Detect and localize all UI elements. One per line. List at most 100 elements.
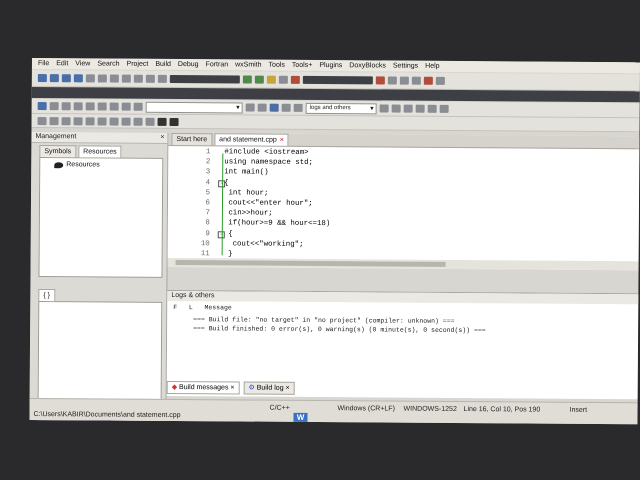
tab-resources[interactable]: Resources bbox=[78, 145, 122, 158]
build-run-icon[interactable] bbox=[266, 75, 276, 84]
arrow-left-icon[interactable] bbox=[245, 103, 255, 112]
management-subtabs: { } bbox=[30, 287, 166, 302]
menu-help[interactable]: Help bbox=[425, 63, 439, 70]
debug-windows-icon[interactable] bbox=[435, 76, 445, 85]
tab-braces[interactable]: { } bbox=[38, 289, 56, 302]
close-tab-icon[interactable]: × bbox=[230, 384, 234, 391]
comment-icon[interactable] bbox=[61, 102, 71, 111]
undo-icon[interactable] bbox=[85, 74, 95, 83]
image-icon[interactable] bbox=[61, 116, 71, 125]
bookmark-icon[interactable] bbox=[37, 102, 47, 111]
next-icon[interactable] bbox=[133, 102, 143, 111]
toggle-comment-icon[interactable] bbox=[85, 102, 95, 111]
menu-view[interactable]: View bbox=[75, 60, 90, 67]
close-tab-icon[interactable]: × bbox=[286, 385, 290, 392]
flag-icon[interactable] bbox=[403, 104, 413, 113]
target-combo[interactable] bbox=[169, 74, 240, 84]
flag-prev-icon[interactable] bbox=[427, 104, 437, 113]
tools-toolbar bbox=[31, 113, 640, 133]
status-position: Line 16, Col 10, Pos 190 bbox=[463, 406, 541, 414]
grid-icon[interactable] bbox=[85, 116, 95, 125]
text-icon[interactable] bbox=[73, 116, 83, 125]
management-tabs: Symbols Resources bbox=[31, 143, 167, 158]
find-icon[interactable] bbox=[145, 74, 155, 83]
tree-item-resources[interactable]: Resources bbox=[40, 158, 162, 169]
prev-icon[interactable] bbox=[121, 102, 131, 111]
bookmark-next-icon[interactable] bbox=[281, 103, 291, 112]
debug-pause-icon[interactable] bbox=[411, 76, 421, 85]
status-encoding: WINDOWS-1252 bbox=[403, 405, 457, 413]
copy-icon[interactable] bbox=[121, 74, 131, 83]
menu-wxsmith[interactable]: wxSmith bbox=[235, 61, 262, 68]
rect3-icon[interactable] bbox=[109, 117, 119, 126]
menu-tools[interactable]: Tools bbox=[269, 62, 285, 69]
menu-doxyblocks[interactable]: DoxyBlocks bbox=[349, 62, 386, 69]
zoom-out-icon[interactable] bbox=[145, 117, 155, 126]
rebuild-icon[interactable] bbox=[278, 75, 288, 84]
menu-edit[interactable]: Edit bbox=[56, 60, 68, 67]
menu-project[interactable]: Project bbox=[127, 61, 149, 68]
debug-run-icon[interactable] bbox=[375, 76, 385, 85]
paste-icon[interactable] bbox=[133, 74, 143, 83]
uncomment-icon[interactable] bbox=[73, 102, 83, 111]
stream-comment-icon[interactable] bbox=[97, 102, 107, 111]
save-all-icon[interactable] bbox=[73, 74, 83, 83]
build-messages-icon: ◆ bbox=[171, 383, 178, 392]
tab-and-statement[interactable]: and statement.cpp × bbox=[214, 133, 289, 146]
menu-settings[interactable]: Settings bbox=[393, 63, 418, 70]
log-next-icon[interactable] bbox=[391, 104, 401, 113]
gear-icon: ⚙ bbox=[248, 384, 255, 392]
code-lines: #include <iostream> using namespace std;… bbox=[224, 147, 640, 272]
management-panel: Management × Symbols Resources Resources… bbox=[29, 131, 169, 422]
rect2-icon[interactable] bbox=[97, 116, 107, 126]
word-icon[interactable]: W bbox=[293, 412, 308, 423]
scope-combo[interactable] bbox=[145, 101, 243, 113]
menu-tools-plus[interactable]: Tools+ bbox=[292, 62, 312, 69]
log-message: === Build finished: 0 error(s), 0 warnin… bbox=[193, 325, 486, 335]
redo-icon[interactable] bbox=[97, 74, 107, 83]
tab-build-messages[interactable]: ◆ Build messages × bbox=[166, 380, 240, 395]
menu-debug[interactable]: Debug bbox=[178, 61, 199, 68]
tab-start-here[interactable]: Start here bbox=[171, 132, 213, 146]
status-mode: Insert bbox=[569, 406, 588, 414]
open-icon[interactable] bbox=[49, 74, 59, 83]
menu-fortran[interactable]: Fortran bbox=[206, 61, 229, 68]
code-area[interactable]: 1 2 3 4 5 6 7 8 9 10 11 12 - - #inc bbox=[168, 147, 640, 268]
flag-next-icon[interactable] bbox=[415, 104, 425, 113]
bookmark-prev-icon[interactable] bbox=[293, 103, 303, 112]
close-tab-icon[interactable]: × bbox=[280, 137, 284, 144]
menu-file[interactable]: File bbox=[38, 60, 49, 67]
build-icon[interactable] bbox=[242, 75, 252, 84]
box-comment-icon[interactable] bbox=[109, 102, 119, 111]
select-icon[interactable] bbox=[37, 116, 47, 125]
highlight-icon[interactable] bbox=[269, 103, 279, 112]
rect4-icon[interactable] bbox=[121, 117, 131, 126]
save-icon[interactable] bbox=[61, 74, 71, 83]
close-icon[interactable]: × bbox=[160, 133, 164, 143]
debug-next-icon[interactable] bbox=[387, 76, 397, 85]
debug-step-icon[interactable] bbox=[399, 76, 409, 85]
debug-stop-icon[interactable] bbox=[423, 76, 433, 85]
line-number-gutter: 1 2 3 4 5 6 7 8 9 10 11 12 bbox=[200, 148, 211, 268]
abort-icon[interactable] bbox=[290, 75, 300, 84]
jump-back-icon[interactable] bbox=[49, 102, 59, 111]
management-title: Management × bbox=[31, 131, 168, 144]
c-icon[interactable] bbox=[169, 117, 179, 126]
tab-symbols[interactable]: Symbols bbox=[39, 145, 77, 158]
rect-icon[interactable] bbox=[49, 116, 59, 125]
tab-build-log[interactable]: ⚙ Build log × bbox=[243, 381, 295, 395]
zoom-in-icon[interactable] bbox=[133, 117, 143, 126]
log-prev-icon[interactable] bbox=[379, 104, 389, 113]
s-icon[interactable] bbox=[157, 117, 167, 126]
arrow-right-icon[interactable] bbox=[257, 103, 267, 112]
replace-icon[interactable] bbox=[157, 74, 167, 83]
menu-plugins[interactable]: Plugins bbox=[319, 62, 342, 69]
build-target-combo[interactable] bbox=[302, 75, 373, 85]
menu-build[interactable]: Build bbox=[155, 61, 171, 68]
menu-search[interactable]: Search bbox=[97, 60, 119, 67]
logs-combo[interactable]: logs and others bbox=[305, 102, 377, 114]
flag-clear-icon[interactable] bbox=[439, 104, 449, 113]
cut-icon[interactable] bbox=[109, 74, 119, 83]
new-file-icon[interactable] bbox=[37, 74, 47, 83]
run-icon[interactable] bbox=[254, 75, 264, 84]
